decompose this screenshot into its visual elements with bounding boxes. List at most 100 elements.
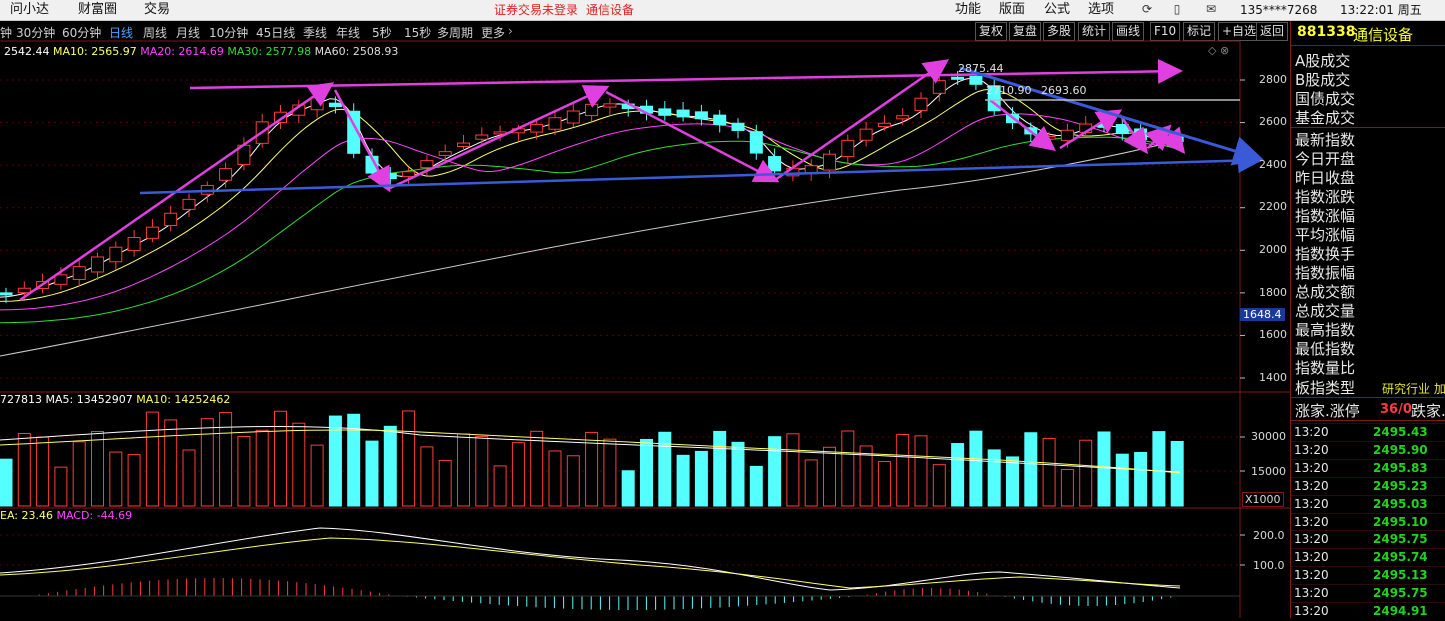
volume-bar	[951, 443, 965, 507]
candle-body	[676, 109, 690, 118]
volume-bar	[36, 436, 50, 507]
field-prev-close: 昨日收盘	[1295, 169, 1356, 187]
price-annotation-2: 2693.60	[1041, 84, 1087, 97]
macd-indicator	[0, 527, 1240, 610]
field-change-pct: 指数涨幅	[1295, 207, 1356, 225]
trend-annotations	[19, 58, 1264, 302]
volume-bar	[896, 433, 910, 507]
volume-bar	[127, 454, 141, 507]
volume-bar	[200, 418, 214, 507]
volume-bar	[72, 441, 86, 507]
candle-body	[438, 151, 452, 156]
candle-body	[548, 117, 562, 130]
tick-price: 2495.75	[1373, 532, 1428, 547]
candle-body	[914, 97, 928, 111]
candle-body	[1060, 129, 1074, 142]
volume-bar	[823, 446, 836, 507]
candle-body	[530, 123, 544, 133]
field-latest: 最新指数	[1295, 131, 1356, 149]
vol-value: 727813	[0, 393, 42, 406]
tick-time: 13:20	[1294, 514, 1329, 529]
field-turnover: 指数换手	[1295, 245, 1356, 263]
candle-body	[475, 134, 489, 140]
tick-row: 13:20 2495.75	[1291, 530, 1445, 549]
index-code: 881338	[1297, 24, 1356, 40]
volume-bar	[182, 449, 196, 507]
volume-bar	[1006, 456, 1019, 507]
volume-bar	[1115, 453, 1129, 507]
candle-body	[145, 226, 159, 239]
tick-price: 2495.75	[1373, 586, 1428, 601]
updown-label: 涨家.涨停	[1295, 402, 1360, 420]
volume-bar	[786, 433, 800, 507]
field-low: 最低指数	[1295, 340, 1356, 358]
tick-price: 2495.90	[1373, 442, 1428, 457]
index-info-panel: 881338 通信设备 A股成交 B股成交 国债成交 基金成交 最新指数 今日开…	[1290, 21, 1445, 618]
candle-body	[951, 76, 965, 80]
field-bond-volume: 国债成交	[1295, 90, 1356, 108]
field-change: 指数涨跌	[1295, 188, 1356, 206]
candle-body	[859, 128, 873, 141]
tick-row: 13:20 2495.43	[1291, 423, 1445, 442]
field-open: 今日开盘	[1295, 150, 1356, 168]
trend-arrow	[389, 85, 610, 190]
expand-icon[interactable]: ◇ ⊗	[1208, 44, 1229, 57]
candle-body	[72, 266, 86, 280]
volume-bar	[1097, 431, 1111, 507]
candle-body	[1042, 136, 1056, 140]
candle-body	[127, 236, 141, 251]
tick-row: 13:20 2495.23	[1291, 476, 1445, 496]
volume-bar	[91, 431, 104, 507]
candle-body	[402, 171, 416, 178]
candle-body	[877, 122, 891, 128]
updown-value: 36/0	[1380, 402, 1412, 417]
candle-body	[603, 103, 617, 108]
volume-bar	[1042, 437, 1056, 507]
ma10-legend: MA10: 2565.97	[53, 45, 137, 58]
volume-bar	[804, 459, 818, 507]
ma20-line	[0, 113, 1177, 311]
ma5-legend: 2542.44	[4, 45, 50, 58]
index-name: 通信设备	[1353, 26, 1414, 44]
candle-body	[17, 287, 31, 294]
tick-time: 13:20	[1294, 586, 1329, 601]
down-label: 跌家.	[1411, 402, 1445, 420]
volume-bar	[621, 470, 635, 507]
candle-body	[896, 115, 910, 120]
ma20-legend: MA20: 2614.69	[140, 45, 224, 58]
field-total-volume: 总成交量	[1295, 302, 1356, 320]
volume-bar	[694, 450, 708, 507]
vol-ma5: MA5: 13452907	[45, 393, 133, 406]
tick-time: 13:20	[1294, 425, 1329, 439]
volume-bar	[1060, 469, 1074, 507]
tick-price: 2495.10	[1373, 514, 1428, 529]
volume-bar	[365, 440, 379, 507]
volume-bar	[1079, 439, 1093, 507]
tick-time: 13:20	[1294, 442, 1329, 457]
tick-time: 13:20	[1294, 604, 1329, 618]
volume-unit: X1000	[1242, 492, 1284, 507]
volume-legend: 727813 MA5: 13452907 MA10: 14252462	[0, 393, 230, 406]
volume-bar	[255, 429, 269, 507]
volume-bar	[274, 410, 287, 507]
candle-body	[0, 292, 13, 296]
dea-value: EA: 23.46	[0, 509, 53, 522]
tick-time: 13:20	[1294, 568, 1329, 583]
volume-bar	[969, 430, 983, 507]
candle-body	[91, 256, 104, 273]
volume-bar	[676, 454, 690, 507]
candle-body	[109, 246, 123, 263]
volume-bar	[493, 465, 507, 507]
tick-time: 13:20	[1294, 532, 1329, 547]
tick-price: 2495.03	[1373, 496, 1428, 511]
volume-tick: 30000	[1251, 430, 1286, 443]
tick-time: 13:20	[1294, 478, 1329, 493]
tick-row: 13:20 2495.10	[1291, 512, 1445, 532]
volume-bar	[914, 435, 928, 507]
kline-chart[interactable]	[0, 0, 1290, 618]
board-type-value[interactable]: 研究行业 加	[1382, 380, 1445, 397]
volume-bar	[603, 438, 617, 507]
field-volume-ratio: 指数量比	[1295, 359, 1356, 377]
candle-body	[932, 80, 946, 94]
price-cursor-marker: 1648.4	[1240, 308, 1285, 321]
